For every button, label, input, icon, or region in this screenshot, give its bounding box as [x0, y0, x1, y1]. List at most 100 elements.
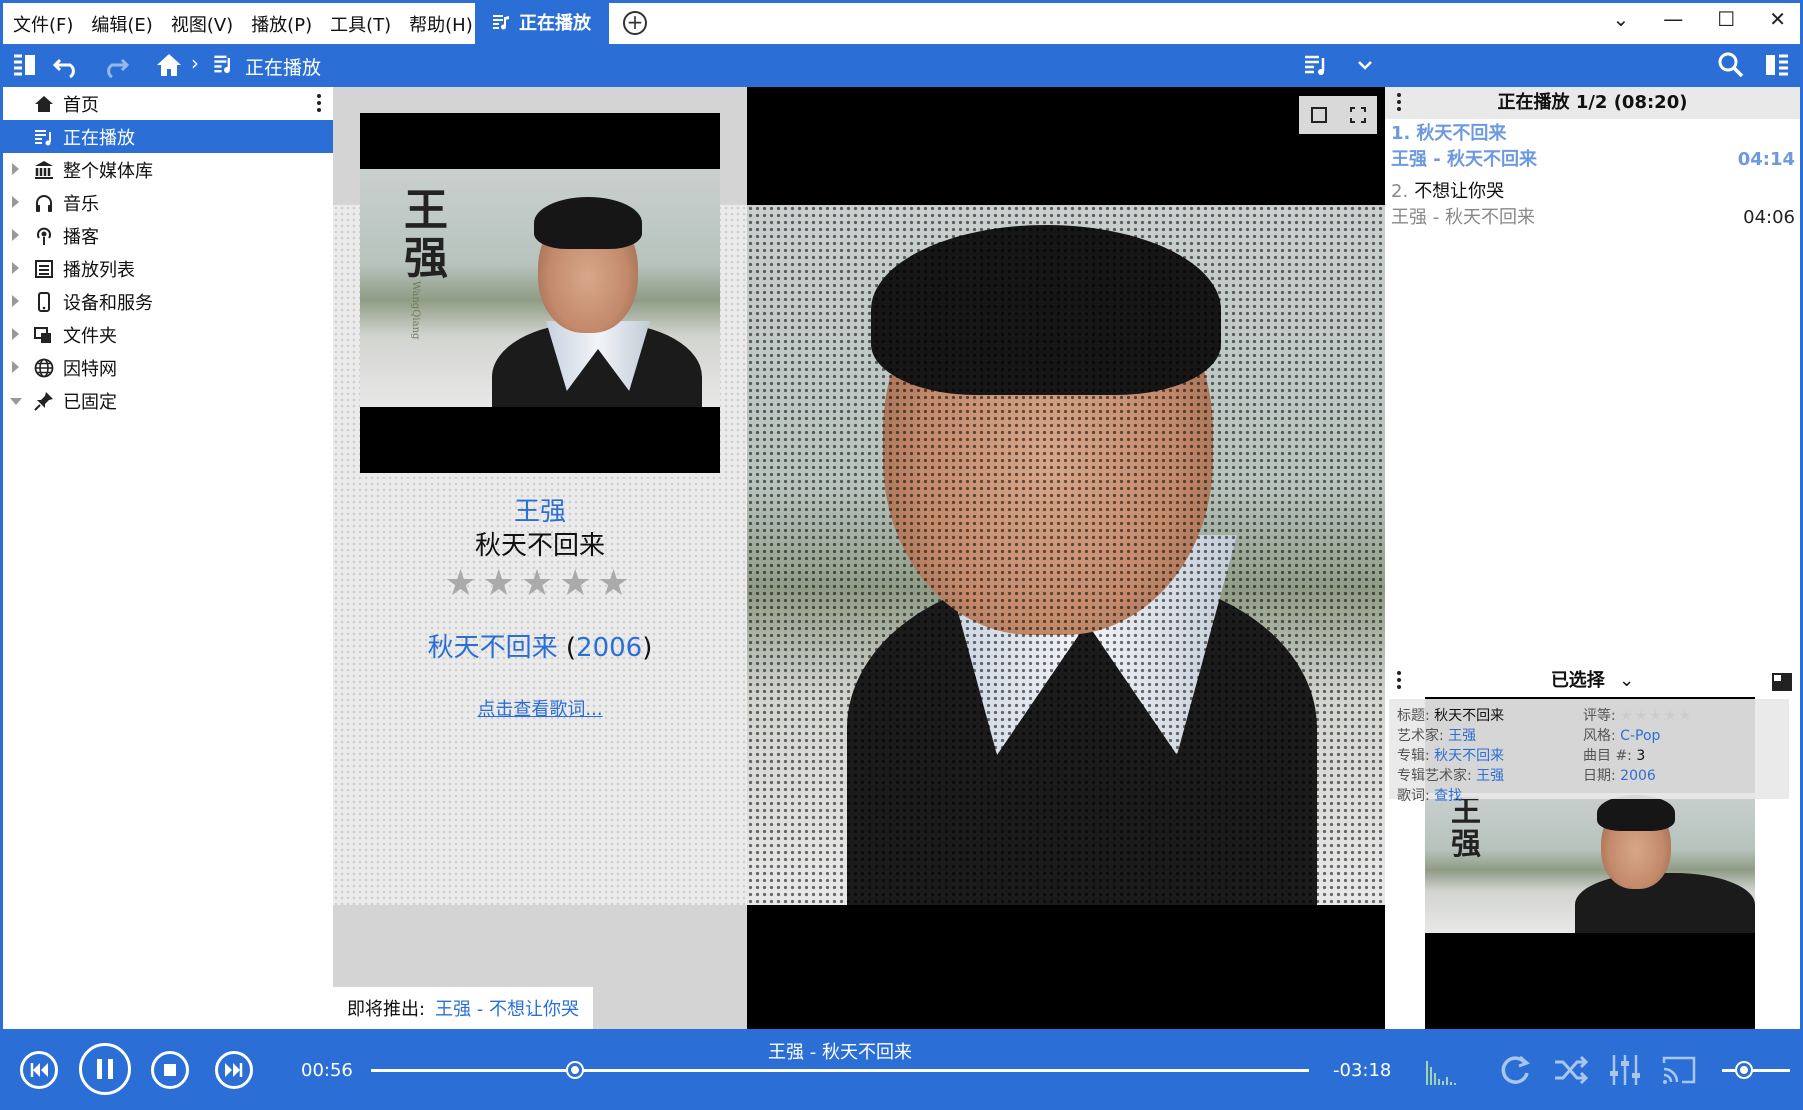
home-icon[interactable] [154, 50, 184, 80]
library-icon [35, 160, 53, 179]
sidebar-item-label: 正在播放 [63, 127, 135, 149]
tab-now-playing[interactable]: 正在播放 [475, 0, 609, 44]
window-controls: ⌄ — ☐ ✕ [1613, 7, 1786, 31]
sidebar-item-label: 首页 [63, 94, 99, 116]
repeat-icon[interactable] [1496, 1051, 1534, 1089]
player-bar: 王强 - 秋天不回来 00:56 -03:18 [0, 1029, 1803, 1110]
meta-track-number: 3 [1636, 748, 1646, 764]
layout-icon[interactable] [1772, 673, 1792, 691]
meta-title: 秋天不回来 [1434, 708, 1505, 724]
selected-header-text[interactable]: 已选择 [1551, 670, 1605, 691]
expanded-arrow-icon[interactable] [10, 398, 22, 405]
sidebar-item[interactable]: 文件夹 [3, 318, 333, 351]
volume-thumb[interactable] [1737, 1063, 1752, 1077]
equalizer-icon[interactable] [1606, 1051, 1644, 1089]
sidebar-item[interactable]: 已固定 [3, 384, 333, 417]
undo-icon[interactable] [52, 50, 82, 80]
meta-lyrics-link[interactable]: 查找 [1434, 788, 1462, 804]
chevron-down-icon[interactable]: ⌄ [1613, 7, 1630, 31]
meta-genre-link[interactable]: C-Pop [1620, 728, 1660, 744]
sidebar-item[interactable]: 音乐 [3, 186, 333, 219]
add-tab-icon[interactable]: + [623, 11, 647, 35]
spectrum-icon[interactable] [1424, 1051, 1462, 1089]
close-icon[interactable]: ✕ [1769, 7, 1786, 31]
sidebar-item[interactable]: 设备和服务 [3, 285, 333, 318]
collapsed-arrow-icon[interactable] [12, 262, 19, 274]
seek-thumb[interactable] [568, 1063, 583, 1077]
home-icon [35, 95, 53, 112]
sidebar-item[interactable]: 整个媒体库 [3, 153, 333, 186]
meta-album-link[interactable]: 秋天不回来 [1434, 748, 1504, 764]
sidebar-item-label: 文件夹 [63, 325, 117, 347]
album-link[interactable]: 秋天不回来 [428, 633, 558, 663]
now-playing-icon [214, 55, 230, 73]
window-mode-icon[interactable] [1310, 106, 1328, 124]
sidebar-item-label: 播放列表 [63, 259, 135, 281]
sidebar-item[interactable]: 首页 [3, 87, 333, 120]
breadcrumb-separator: › [191, 51, 199, 75]
up-next-link[interactable]: 王强 - 不想让你哭 [435, 995, 579, 1021]
now-playing-track[interactable]: 1. 秋天不回来 王强 - 秋天不回来 04:14 [1391, 121, 1795, 173]
collapsed-arrow-icon[interactable] [12, 229, 19, 241]
meta-date-link[interactable]: 2006 [1620, 768, 1656, 784]
playlist-music-icon[interactable] [1302, 50, 1332, 80]
collapsed-arrow-icon[interactable] [12, 295, 19, 307]
track-number: 2. [1391, 181, 1409, 202]
podcast-icon [37, 227, 51, 245]
sidebar-item[interactable]: 因特网 [3, 351, 333, 384]
chevron-down-icon[interactable]: ⌄ [1619, 670, 1634, 691]
volume-slider[interactable] [1722, 1063, 1790, 1077]
now-playing-track[interactable]: 2. 不想让你哭 王强 - 秋天不回来 04:06 [1391, 179, 1795, 231]
menu-bar: 文件(F) 编辑(E) 视图(V) 播放(P) 工具(T) 帮助(H) [3, 3, 491, 44]
headphones-icon [36, 194, 52, 212]
collapsed-arrow-icon[interactable] [12, 163, 19, 175]
now-playing-menu-icon[interactable] [1397, 93, 1401, 114]
menu-edit[interactable]: 编辑(E) [91, 11, 152, 37]
lyrics-link[interactable]: 点击查看歌词... [333, 695, 747, 721]
year-link[interactable]: 2006 [576, 633, 642, 663]
breadcrumb-current[interactable]: 正在播放 [245, 53, 321, 80]
artist-link[interactable]: 王强 [333, 491, 747, 528]
redo-icon[interactable] [100, 50, 130, 80]
figure-hair [534, 197, 642, 249]
maximize-icon[interactable]: ☐ [1717, 7, 1735, 31]
sidebar: 首页正在播放整个媒体库 音乐 播客播放列表设备和服务文件夹因特网 已固定 [0, 87, 333, 1029]
sidebar-item[interactable]: 播客 [3, 219, 333, 252]
sidebar-item[interactable]: 正在播放 [3, 120, 333, 153]
visualizer[interactable] [747, 87, 1385, 1029]
search-icon[interactable] [1716, 50, 1746, 80]
minimize-icon[interactable]: — [1663, 7, 1683, 31]
collapsed-arrow-icon[interactable] [12, 361, 19, 373]
fullscreen-icon[interactable] [1349, 106, 1367, 124]
cast-icon[interactable] [1660, 1051, 1698, 1089]
collapsed-arrow-icon[interactable] [12, 328, 19, 340]
shuffle-icon[interactable] [1552, 1051, 1590, 1089]
rating-stars[interactable]: ★★★★★ [333, 563, 747, 604]
seek-bar[interactable] [371, 1063, 1309, 1077]
right-pane-toggle-icon[interactable] [1762, 50, 1792, 80]
album-art[interactable]: 王强 WangQiang [360, 113, 720, 473]
track-subtitle: 王强 - 秋天不回来 [1391, 149, 1538, 170]
now-playing-info-panel: 王强 WangQiang 王强 秋天不回来 ★★★★★ 秋天不回来 (2006)… [333, 87, 747, 1029]
menu-play[interactable]: 播放(P) [251, 11, 312, 37]
menu-tools[interactable]: 工具(T) [330, 11, 391, 37]
menu-view[interactable]: 视图(V) [171, 11, 233, 37]
cover-calligraphy: 王强 [404, 185, 448, 285]
year-open-paren: ( [565, 633, 577, 663]
selected-menu-icon[interactable] [1397, 671, 1401, 692]
right-pane: 正在播放 1/2 (08:20) 1. 秋天不回来 王强 - 秋天不回来 04:14… [1385, 87, 1803, 1029]
track-subtitle: 王强 - 秋天不回来 [1391, 207, 1535, 228]
sidebar-toggle-icon[interactable] [10, 50, 40, 80]
sidebar-item[interactable]: 播放列表 [3, 252, 333, 285]
title-bar: 文件(F) 编辑(E) 视图(V) 播放(P) 工具(T) 帮助(H) 正在播放… [0, 0, 1803, 44]
track-title: 秋天不回来 [1416, 123, 1507, 144]
meta-artist-link[interactable]: 王强 [1448, 728, 1476, 744]
tab-label: 正在播放 [519, 13, 591, 34]
chevron-down-icon[interactable] [1350, 50, 1380, 80]
meta-album-artist-link[interactable]: 王强 [1476, 768, 1504, 784]
remaining-time[interactable]: -03:18 [1333, 1060, 1391, 1081]
menu-help[interactable]: 帮助(H) [409, 11, 473, 37]
collapsed-arrow-icon[interactable] [12, 196, 19, 208]
meta-rating-stars[interactable]: ★★★★★ [1620, 708, 1693, 724]
menu-file[interactable]: 文件(F) [13, 11, 73, 37]
